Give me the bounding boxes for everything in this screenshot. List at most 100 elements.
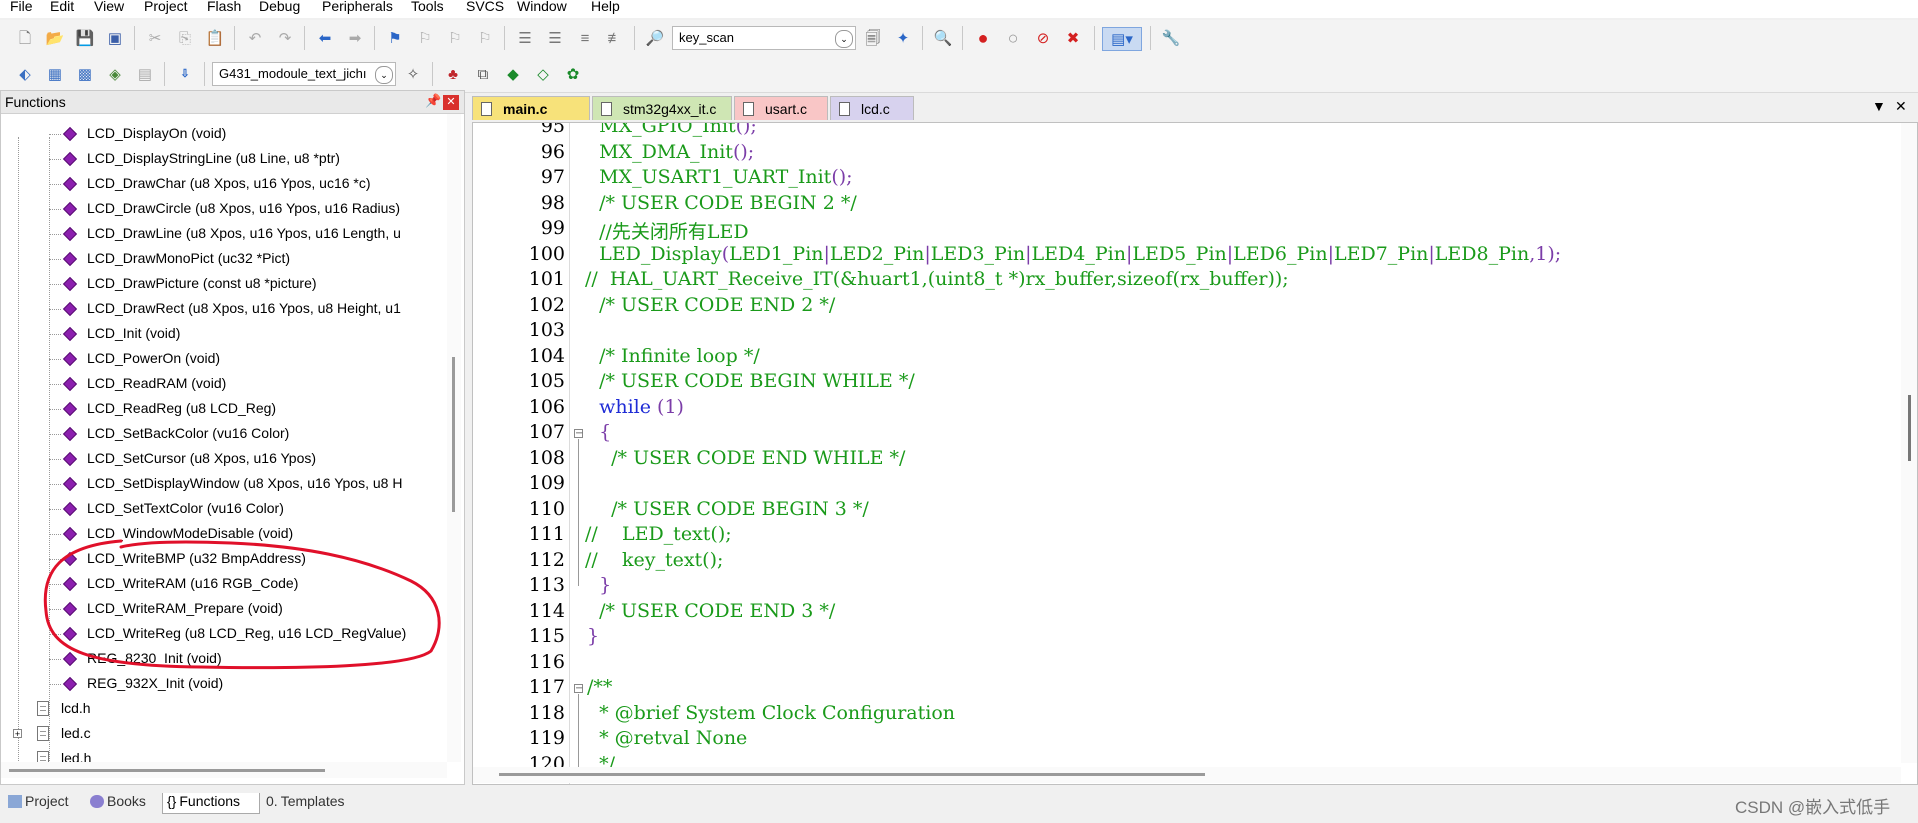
clear-bookmarks-icon[interactable]: ⚐ (474, 27, 496, 49)
code-line[interactable]: 100 LED_Display(LED1_Pin|LED2_Pin|LED3_P… (473, 243, 1893, 268)
code-line[interactable]: 117 /** (473, 676, 1893, 701)
code-line[interactable]: 109 (473, 472, 1893, 497)
configure-icon[interactable]: 🔧 (1160, 27, 1182, 49)
tab-books[interactable]: Books (86, 793, 164, 813)
menu-edit[interactable]: Edit (50, 0, 74, 14)
tab-functions[interactable]: {} Functions (162, 793, 260, 814)
code-editor[interactable]: 95 MX_GPIO_Init(); 96 MX_DMA_Init(); 97 MX… (472, 122, 1918, 785)
code-line[interactable]: 113 } (473, 574, 1893, 599)
next-bookmark-icon[interactable]: ⚐ (444, 27, 466, 49)
insert-breakpoint-icon[interactable]: ● (972, 27, 994, 49)
menu-tools[interactable]: Tools (411, 0, 444, 14)
redo-icon[interactable]: ↷ (274, 27, 296, 49)
code-line[interactable]: 99 //先关闭所有LED (473, 217, 1893, 243)
editor-vertical-scrollbar[interactable] (1901, 123, 1917, 763)
code-line[interactable]: 111 // LED_text(); (473, 523, 1893, 548)
chevron-down-icon[interactable]: ⌄ (835, 30, 853, 48)
batch-build-icon[interactable]: ◈ (104, 63, 126, 85)
incremental-find-icon[interactable]: ✦ (892, 27, 914, 49)
manage-project-icon[interactable]: ♣ (442, 63, 464, 85)
kill-breakpoints-icon[interactable]: ✖ (1062, 27, 1084, 49)
code-line[interactable]: 110 /* USER CODE BEGIN 3 */ (473, 498, 1893, 523)
code-line[interactable]: 105 /* USER CODE BEGIN WHILE */ (473, 370, 1893, 395)
target-combo[interactable]: G431_modoule_text_jichı ⌄ (212, 62, 396, 86)
code-line[interactable]: 108 /* USER CODE END WHILE */ (473, 447, 1893, 472)
uncomment-icon[interactable]: ≢ (604, 27, 626, 49)
prev-bookmark-icon[interactable]: ⚐ (414, 27, 436, 49)
bookmark-icon[interactable]: ⚑ (384, 27, 406, 49)
tab-usart-c[interactable]: usart.c (734, 96, 828, 120)
tab-templates[interactable]: 0. Templates (262, 793, 362, 813)
run-time-env-icon[interactable]: ✿ (562, 63, 584, 85)
menu-svcs[interactable]: SVCS (466, 0, 504, 14)
menu-help[interactable]: Help (591, 0, 620, 14)
tab-project[interactable]: Project (4, 793, 84, 813)
code-line[interactable]: 98 /* USER CODE BEGIN 2 */ (473, 192, 1893, 217)
navigate-forward-icon[interactable]: ➡ (344, 27, 366, 49)
code-line[interactable]: 95 MX_GPIO_Init(); (473, 123, 1893, 140)
chevron-down-icon[interactable]: ⌄ (375, 66, 393, 84)
target-options-icon[interactable]: ✧ (402, 63, 424, 85)
code-line[interactable]: 119 * @retval None (473, 727, 1893, 752)
open-folder-icon[interactable]: 📂 (44, 27, 66, 49)
menu-debug[interactable]: Debug (259, 0, 300, 14)
find-combo[interactable]: key_scan ⌄ (672, 26, 856, 50)
code-line[interactable]: 104 /* Infinite loop */ (473, 345, 1893, 370)
navigate-back-icon[interactable]: ⬅ (314, 27, 336, 49)
disable-breakpoints-icon[interactable]: ⊘ (1032, 27, 1054, 49)
code-line[interactable]: 96 MX_DMA_Init(); (473, 141, 1893, 166)
debug-session-icon[interactable]: 🔍 (932, 27, 954, 49)
find-in-files-icon[interactable]: 🔎 (644, 27, 666, 49)
find-icon[interactable]: 🗐 (862, 27, 884, 49)
code-line[interactable]: 112 // key_text(); (473, 549, 1893, 574)
code-line[interactable]: 116 (473, 651, 1893, 676)
code-line[interactable]: 118 * @brief System Clock Configuration (473, 702, 1893, 727)
menu-flash[interactable]: Flash (207, 0, 241, 14)
manage-packs-icon[interactable]: ◆ (502, 63, 524, 85)
code-line[interactable]: 115} (473, 625, 1893, 650)
code-line[interactable]: 114 /* USER CODE END 3 */ (473, 600, 1893, 625)
code-line[interactable]: 97 MX_USART1_UART_Init(); (473, 166, 1893, 191)
close-editor-icon[interactable]: ✕ (1895, 98, 1907, 115)
rebuild-icon[interactable]: ▩ (74, 63, 96, 85)
build-icon[interactable]: ▦ (44, 63, 66, 85)
stop-build-icon[interactable]: ▤ (134, 63, 156, 85)
functions-horizontal-scrollbar[interactable] (1, 762, 447, 778)
select-packs-icon[interactable]: ◇ (532, 63, 554, 85)
line-number: 118 (528, 701, 565, 724)
code-line[interactable]: 107 { (473, 421, 1893, 446)
paste-icon[interactable]: 📋 (204, 27, 226, 49)
translate-icon[interactable]: ⬖ (14, 63, 36, 85)
tab-stm32g4xx-it-c[interactable]: stm32g4xx_it.c (592, 96, 732, 120)
copy-icon[interactable]: ⎘ (174, 27, 196, 49)
fold-icon[interactable]: − (574, 684, 583, 694)
save-all-icon[interactable]: ▣ (104, 27, 126, 49)
cut-icon[interactable]: ✂ (144, 27, 166, 49)
menu-file[interactable]: File (10, 0, 33, 14)
code-line[interactable]: 102 /* USER CODE END 2 */ (473, 294, 1893, 319)
menu-view[interactable]: View (94, 0, 124, 14)
indent-icon[interactable]: ☰ (514, 27, 536, 49)
tab-lcd-c[interactable]: lcd.c (830, 96, 914, 120)
menu-project[interactable]: Project (144, 0, 188, 14)
window-layout-icon[interactable]: ▤▾ (1102, 27, 1142, 51)
undo-icon[interactable]: ↶ (244, 27, 266, 49)
multi-project-icon[interactable]: ⧉ (472, 63, 494, 85)
save-icon[interactable]: 💾 (74, 27, 96, 49)
enable-breakpoint-icon[interactable]: ○ (1002, 27, 1024, 49)
menu-peripherals[interactable]: Peripherals (322, 0, 393, 14)
comment-icon[interactable]: ≡ (574, 27, 596, 49)
code-area[interactable]: 95 MX_GPIO_Init(); 96 MX_DMA_Init(); 97 MX… (473, 123, 1893, 783)
download-icon[interactable]: ⇩ (174, 63, 196, 85)
unindent-icon[interactable]: ☰ (544, 27, 566, 49)
code-text: /* USER CODE END 3 */ (587, 599, 836, 622)
code-line[interactable]: 103 (473, 319, 1893, 344)
code-line[interactable]: 106 while (1) (473, 396, 1893, 421)
fold-icon[interactable]: − (574, 429, 583, 439)
new-file-icon[interactable]: 🗋 (14, 27, 36, 49)
tab-main-c[interactable]: main.c (472, 96, 590, 120)
editor-horizontal-scrollbar[interactable] (473, 767, 1901, 783)
menu-window[interactable]: Window (517, 0, 567, 14)
tab-list-icon[interactable]: ▼ (1872, 98, 1886, 114)
code-line[interactable]: 101 // HAL_UART_Receive_IT(&huart1,(uint8… (473, 268, 1893, 293)
